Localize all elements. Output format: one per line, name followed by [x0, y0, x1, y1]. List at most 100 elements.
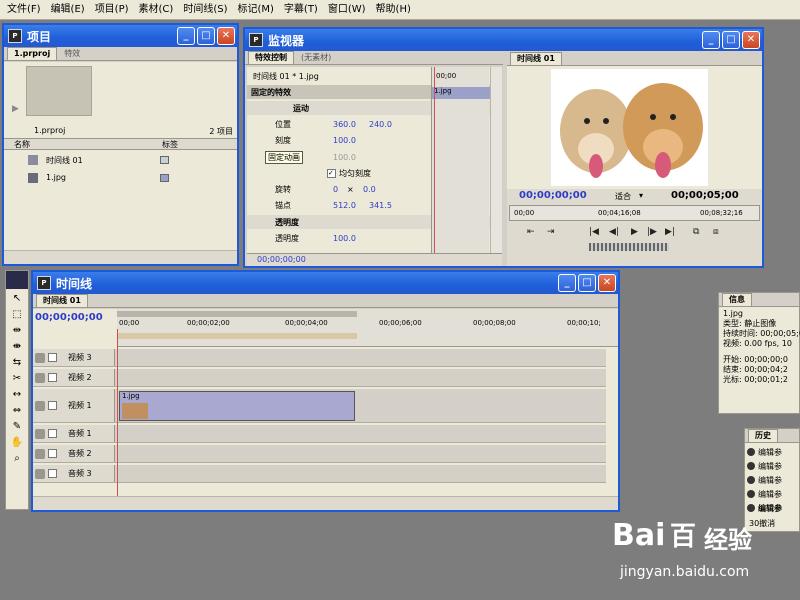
- rotation-degrees[interactable]: 0.0: [363, 185, 376, 194]
- opacity-value[interactable]: 100.0: [333, 234, 356, 243]
- track-row[interactable]: 视频 3: [33, 349, 606, 367]
- maximize-button[interactable]: □: [197, 27, 215, 45]
- speaker-icon[interactable]: [35, 468, 45, 479]
- effect-scrollbar[interactable]: [490, 67, 502, 254]
- list-item[interactable]: 时间线 01: [4, 154, 237, 168]
- menu-item[interactable]: 标记(M): [232, 0, 278, 20]
- pen-tool-icon[interactable]: ✎: [13, 421, 21, 432]
- selection-tool-icon[interactable]: ↖: [13, 293, 21, 304]
- play-button[interactable]: ▶: [631, 227, 638, 237]
- video-clip[interactable]: 1.jpg: [119, 391, 355, 421]
- mark-in-button[interactable]: ⇥: [547, 227, 555, 237]
- track-row[interactable]: 视频 2: [33, 369, 606, 387]
- razor-tool-icon[interactable]: ✂: [13, 373, 21, 384]
- speaker-icon[interactable]: [35, 448, 45, 459]
- column-label[interactable]: 标签: [162, 139, 178, 150]
- history-item[interactable]: 编辑参: [747, 473, 797, 487]
- program-ruler[interactable]: 00;00 00;04;16;08 00;08;32;16: [509, 205, 760, 221]
- timeline-title-bar[interactable]: P 时间线 _ □ ✕: [33, 272, 618, 294]
- lock-toggle[interactable]: [48, 373, 57, 382]
- history-item[interactable]: 编辑参: [747, 445, 797, 459]
- close-button[interactable]: ✕: [742, 31, 760, 49]
- eye-icon[interactable]: [35, 400, 45, 411]
- menu-item[interactable]: 编辑(E): [46, 0, 90, 20]
- tab-effects[interactable]: 特效: [57, 47, 87, 60]
- rate-stretch-tool-icon[interactable]: ⇆: [13, 357, 21, 368]
- menu-item[interactable]: 帮助(H): [371, 0, 416, 20]
- speaker-icon[interactable]: [35, 428, 45, 439]
- anchor-y[interactable]: 341.5: [369, 201, 392, 210]
- lock-toggle[interactable]: [48, 429, 57, 438]
- history-item[interactable]: 编辑参: [747, 487, 797, 501]
- slide-tool-icon[interactable]: ⇔: [13, 405, 21, 416]
- go-to-in-button[interactable]: |◀: [589, 227, 599, 237]
- minimize-button[interactable]: _: [702, 31, 720, 49]
- uniform-scale-checkbox[interactable]: ✓: [327, 168, 336, 178]
- rolling-edit-tool-icon[interactable]: ⇼: [13, 341, 21, 352]
- list-item[interactable]: 1.jpg: [4, 172, 237, 186]
- zoom-tool-icon[interactable]: ⌕: [14, 453, 20, 464]
- chevron-down-icon[interactable]: ▾: [639, 191, 643, 200]
- position-x[interactable]: 360.0: [333, 120, 356, 129]
- slip-tool-icon[interactable]: ↔: [13, 389, 21, 400]
- maximize-button[interactable]: □: [722, 31, 740, 49]
- ripple-edit-tool-icon[interactable]: ⇹: [13, 325, 21, 336]
- go-to-out-button[interactable]: ▶|: [665, 227, 675, 237]
- position-y[interactable]: 240.0: [369, 120, 392, 129]
- fit-dropdown[interactable]: 适合: [615, 191, 631, 202]
- track-row[interactable]: 音频 2: [33, 445, 606, 463]
- menu-item[interactable]: 窗口(W): [323, 0, 371, 20]
- rewind-button[interactable]: ◀|: [609, 227, 619, 237]
- track-select-tool-icon[interactable]: ⬚: [12, 309, 21, 320]
- tab-program[interactable]: 时间线 01: [510, 52, 562, 65]
- timeline-ruler[interactable]: 00;00 00;00;02;00 00;00;04;00 00;00;06;0…: [117, 309, 618, 347]
- lock-toggle[interactable]: [48, 449, 57, 458]
- tab-sequence[interactable]: 时间线 01: [36, 294, 88, 307]
- timeline-zoom-bar[interactable]: [33, 496, 618, 510]
- menu-item[interactable]: 项目(P): [90, 0, 134, 20]
- fixed-effects-label: 固定的特效: [251, 87, 291, 97]
- menu-item[interactable]: 素材(C): [134, 0, 179, 20]
- motion-label[interactable]: 运动: [247, 103, 309, 114]
- scale-value[interactable]: 100.0: [333, 136, 356, 145]
- track-row[interactable]: 音频 3: [33, 465, 606, 483]
- tab-effect-controls[interactable]: 特效控制: [248, 51, 294, 64]
- minimize-button[interactable]: _: [558, 274, 576, 292]
- lock-toggle[interactable]: [48, 353, 57, 362]
- rotation-turns[interactable]: 0: [333, 185, 338, 194]
- eye-icon[interactable]: [35, 372, 45, 383]
- history-item[interactable]: 编辑参: [747, 501, 797, 515]
- label-swatch: [160, 156, 169, 164]
- tab-info[interactable]: 信息: [722, 293, 752, 306]
- column-name[interactable]: 名称: [14, 139, 30, 150]
- lift-button[interactable]: ⧉: [693, 227, 699, 237]
- tab-no-clip[interactable]: (无素材): [294, 51, 338, 64]
- project-title-bar[interactable]: P 项目 _ □ ✕: [4, 25, 237, 47]
- tab-project[interactable]: 1.prproj: [7, 47, 58, 60]
- close-button[interactable]: ✕: [598, 274, 616, 292]
- jog-shuttle[interactable]: [589, 243, 669, 251]
- forward-button[interactable]: |▶: [647, 227, 657, 237]
- minimize-button[interactable]: _: [177, 27, 195, 45]
- track-row[interactable]: 音频 1: [33, 425, 606, 443]
- tab-history[interactable]: 历史: [748, 429, 778, 442]
- timeline-playhead[interactable]: [117, 329, 118, 510]
- monitor-title-bar[interactable]: P 监视器 _ □ ✕: [245, 29, 762, 51]
- work-area-bar[interactable]: [117, 311, 357, 317]
- menu-item[interactable]: 文件(F): [2, 0, 46, 20]
- extract-button[interactable]: ⧈: [713, 227, 719, 237]
- hand-tool-icon[interactable]: ✋: [11, 437, 23, 448]
- track-row[interactable]: 视频 1 1.jpg: [33, 389, 606, 423]
- close-button[interactable]: ✕: [217, 27, 235, 45]
- menu-item[interactable]: 字幕(T): [279, 0, 323, 20]
- lock-toggle[interactable]: [48, 469, 57, 478]
- history-item[interactable]: 编辑参: [747, 459, 797, 473]
- eye-icon[interactable]: [35, 352, 45, 363]
- opacity-effect-label[interactable]: 透明度: [247, 217, 299, 228]
- anchor-x[interactable]: 512.0: [333, 201, 356, 210]
- menu-item[interactable]: 时间线(S): [178, 0, 232, 20]
- maximize-button[interactable]: □: [578, 274, 596, 292]
- step-back-button[interactable]: ⇤: [527, 227, 535, 237]
- lock-toggle[interactable]: [48, 401, 57, 410]
- play-icon[interactable]: ▶: [12, 104, 19, 114]
